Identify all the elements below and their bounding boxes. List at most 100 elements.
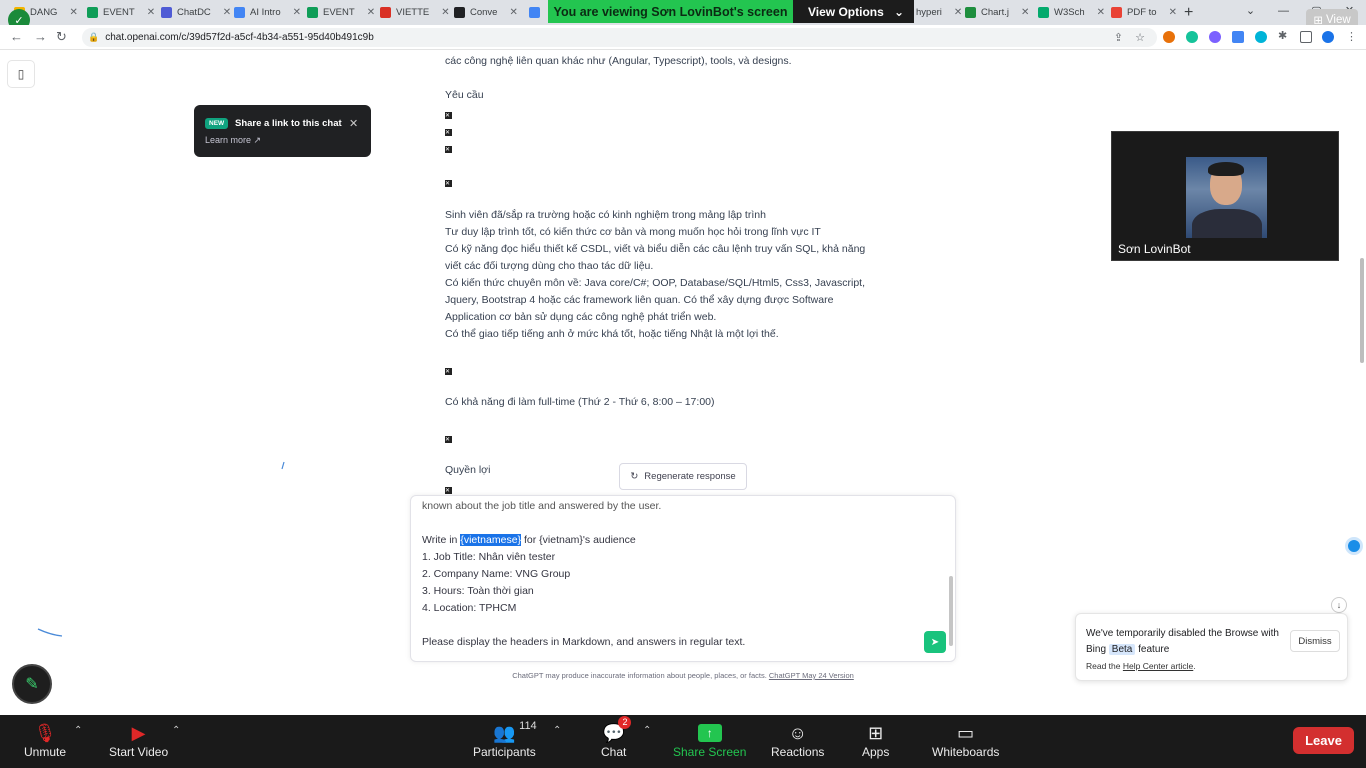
browser-tab[interactable]: PDF to ✕ [1111, 3, 1177, 22]
reload-icon[interactable]: ↻ [56, 29, 67, 45]
view-options-label: View Options [808, 4, 884, 19]
page-scrollbar[interactable] [1360, 258, 1364, 363]
close-tab-icon[interactable]: ✕ [1169, 7, 1177, 18]
broken-image-icon [445, 125, 452, 142]
video-options-chevron-icon[interactable]: ⌃ [172, 725, 180, 736]
close-tab-icon[interactable]: ✕ [69, 7, 77, 18]
chat-options-chevron-icon[interactable]: ⌃ [643, 725, 651, 736]
prompt-textarea[interactable]: known about the job title and answered b… [410, 495, 956, 662]
back-icon[interactable]: ← [10, 29, 23, 44]
browser-address-row: ← → ↻ 🔒 chat.openai.com/c/39d57f2d-a5cf-… [0, 25, 1366, 50]
tab-search-icon[interactable]: ⌄ [1234, 0, 1267, 25]
minimize-icon[interactable]: — [1267, 0, 1300, 25]
url-bar[interactable]: 🔒 chat.openai.com/c/39d57f2d-a5cf-4b34-a… [82, 28, 1157, 47]
browser-tab[interactable]: Chart.j ✕ [965, 3, 1029, 22]
chat-button[interactable]: 💬 2 Chat [601, 716, 632, 759]
tab-favicon-icon [965, 7, 976, 18]
dismiss-button[interactable]: Dismiss [1290, 630, 1340, 652]
tab-label: PDF to [1127, 7, 1157, 18]
close-tab-icon[interactable]: ✕ [223, 7, 231, 18]
browser-tab[interactable]: Conve ✕ [454, 3, 518, 22]
chevron-down-icon: ⌄ [893, 4, 904, 19]
share-icon[interactable]: ⇪ [1114, 31, 1123, 44]
textarea-scrollbar[interactable] [949, 576, 953, 646]
assistant-floating-icon[interactable] [1345, 537, 1363, 555]
message-heading: Quyền lợi [445, 464, 491, 476]
close-icon[interactable]: ✕ [349, 117, 358, 130]
whiteboard-icon: ▭ [957, 722, 975, 743]
bookmark-star-icon[interactable]: ☆ [1135, 31, 1145, 44]
extension-icon[interactable] [1163, 31, 1175, 43]
start-video-button[interactable]: ▶︎ Start Video [109, 721, 168, 760]
scroll-down-icon[interactable]: ↓ [1331, 597, 1347, 613]
participant-video-tile[interactable]: Sơn LovinBot [1111, 131, 1339, 261]
tab-favicon-icon [1038, 7, 1049, 18]
help-suffix: . [1193, 661, 1196, 671]
participants-button[interactable]: 👥 114 Participants [473, 720, 537, 759]
close-tab-icon[interactable]: ✕ [367, 7, 375, 18]
extension-icon[interactable] [1255, 31, 1267, 43]
unmute-button[interactable]: 🎙︎ Unmute [24, 721, 66, 760]
extension-icon[interactable] [1209, 31, 1221, 43]
refresh-icon: ↻ [630, 471, 639, 482]
browser-tab[interactable]: ChatDC ✕ [161, 3, 231, 22]
sidepanel-icon[interactable] [1300, 31, 1312, 43]
tab-favicon-icon [380, 7, 391, 18]
audio-options-chevron-icon[interactable]: ⌃ [74, 725, 82, 736]
close-tab-icon[interactable]: ✕ [954, 7, 962, 18]
browser-tab[interactable]: EVENT ✕ [87, 3, 155, 22]
broken-image-icon [445, 108, 452, 125]
close-tab-icon[interactable]: ✕ [293, 7, 301, 18]
participants-options-chevron-icon[interactable]: ⌃ [553, 725, 561, 736]
new-tab-icon[interactable]: + [1184, 3, 1193, 22]
close-tab-icon[interactable]: ✕ [509, 7, 517, 18]
avatar[interactable] [1322, 31, 1334, 43]
message-line: các công nghệ liên quan khác như (Angula… [445, 55, 792, 67]
regenerate-response-button[interactable]: ↻ Regenerate response [619, 463, 747, 490]
browser-tab[interactable]: EVENT ✕ [307, 3, 375, 22]
puzzle-icon[interactable]: ✱ [1278, 29, 1290, 42]
browser-tab[interactable]: W3Sch ✕ [1038, 3, 1105, 22]
prompt-line: 4. Location: TPHCM [422, 602, 517, 614]
message-line: viết các đối tượng dùng cho thao tác dữ … [445, 260, 654, 272]
extension-icon[interactable] [1232, 31, 1244, 43]
regenerate-label: Regenerate response [644, 471, 736, 482]
browser-tab[interactable]: AI Intro ✕ [234, 3, 301, 22]
view-options-button[interactable]: View Options ⌄ [793, 0, 914, 23]
participants-label: Participants [473, 745, 536, 759]
forward-icon[interactable]: → [34, 29, 47, 44]
disclaimer-label: ChatGPT may produce inaccurate informati… [512, 671, 767, 680]
browser-tab[interactable]: VIETTE ✕ [380, 3, 450, 22]
close-tab-icon[interactable]: ✕ [1097, 7, 1105, 18]
reactions-button[interactable]: ☺ Reactions [771, 721, 825, 760]
close-tab-icon[interactable]: ✕ [441, 7, 449, 18]
close-tab-icon[interactable]: ✕ [1021, 7, 1029, 18]
tab-label: EVENT [103, 7, 135, 18]
chat-badge: 2 [618, 716, 632, 729]
apps-button[interactable]: ⊞ Apps [862, 721, 889, 760]
new-badge: NEW [205, 118, 229, 129]
leave-button[interactable]: Leave [1293, 727, 1354, 754]
share-screen-button[interactable]: ↑ Share Screen [673, 721, 746, 759]
sidebar-toggle-icon[interactable]: ▯ [7, 60, 35, 88]
prompt-line: Write in {vietnamese} for {vietnam}'s au… [422, 532, 636, 549]
broken-image-icon [445, 142, 452, 159]
tab-favicon-icon [529, 7, 540, 18]
close-tab-icon[interactable]: ✕ [147, 7, 155, 18]
help-prefix: Read the [1086, 661, 1121, 671]
send-button[interactable]: ➤ [924, 631, 946, 653]
zoom-meeting-toolbar: 🎙︎ Unmute ⌃ ▶︎ Start Video ⌃ 👥 114 Partic… [0, 715, 1366, 768]
whiteboards-button[interactable]: ▭ Whiteboards [932, 721, 999, 760]
version-link[interactable]: ChatGPT May 24 Version [769, 671, 854, 680]
share-screen-icon: ↑ [697, 721, 722, 745]
help-center-line: Read the Help Center article. [1086, 661, 1196, 671]
help-center-link[interactable]: Help Center article [1123, 661, 1193, 671]
annotate-pencil-icon[interactable]: ✎ [12, 664, 52, 704]
learn-more-link[interactable]: Learn more ↗ [205, 135, 261, 146]
grammarly-icon[interactable] [1186, 31, 1198, 43]
browser-tab[interactable] [529, 3, 545, 22]
browser-tab[interactable]: hyperi ✕ [916, 3, 962, 22]
reactions-label: Reactions [771, 745, 825, 759]
kebab-menu-icon[interactable]: ⋮ [1346, 30, 1357, 43]
tooltip-title: Share a link to this chat [235, 118, 342, 129]
